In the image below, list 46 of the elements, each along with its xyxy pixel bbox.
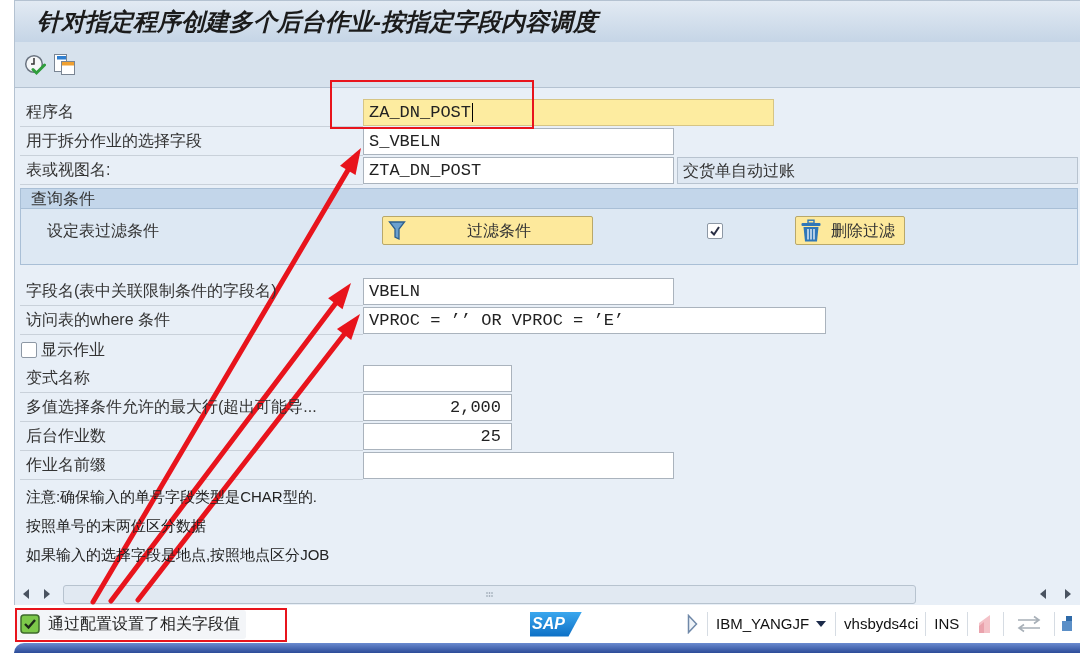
input-field[interactable]: VBELN: [363, 278, 674, 305]
field-label: 表或视图名:: [26, 160, 111, 180]
field-label: 后台作业数: [26, 426, 106, 446]
description-field: 交货单自动过账: [677, 157, 1078, 184]
input-field[interactable]: S_VBELN: [363, 128, 674, 155]
input-field[interactable]: 25: [363, 423, 512, 450]
server-name: vhsbyds4ci: [844, 613, 919, 634]
checkbox[interactable]: [707, 223, 723, 239]
delete-filter-button[interactable]: 删除过滤: [795, 216, 905, 245]
checkbox[interactable]: [21, 341, 37, 358]
text-cursor-icon: [472, 103, 474, 122]
checkbox-label: 显示作业: [41, 339, 105, 360]
field-label: 设定表过滤条件: [47, 220, 159, 241]
input-field[interactable]: [363, 452, 674, 479]
funnel-icon: [388, 219, 406, 242]
group-title: 查询条件: [31, 188, 95, 209]
field-label: 程序名: [26, 102, 74, 122]
scroll-left-icon[interactable]: [22, 589, 29, 599]
scroll-left-icon[interactable]: [1039, 589, 1046, 599]
input-field[interactable]: [363, 365, 512, 392]
overlapping-windows-icon[interactable]: [53, 53, 76, 76]
slanted-tile-icon[interactable]: [976, 614, 993, 634]
field-label: 字段名(表中关联限制条件的字段名): [26, 281, 277, 301]
field-label: 用于拆分作业的选择字段: [26, 131, 202, 151]
check-icon: [710, 226, 720, 236]
filter-button[interactable]: 过滤条件: [382, 216, 593, 245]
insert-mode: INS: [934, 613, 960, 634]
status-message: 通过配置设置了相关字段值: [48, 614, 240, 634]
field-label: 作业名前缀: [26, 455, 106, 475]
trash-icon: [800, 218, 822, 243]
panel-icon[interactable]: [1062, 616, 1073, 632]
check-icon: [20, 614, 40, 634]
input-field[interactable]: VPROC = ’’ OR VPROC = ’E’: [363, 307, 826, 334]
user-name: IBM_YANGJF: [716, 613, 810, 634]
scroll-right-icon[interactable]: [43, 589, 50, 599]
grip-icon: [486, 591, 493, 597]
input-field[interactable]: 2,000: [363, 394, 512, 421]
field-label: 变式名称: [26, 368, 90, 388]
input-field[interactable]: ZTA_DN_POST: [363, 157, 674, 184]
play-triangle-icon[interactable]: [687, 614, 698, 634]
caret-down-icon[interactable]: [816, 621, 827, 627]
field-label: 访问表的where 条件: [26, 310, 171, 330]
input-field[interactable]: ZA_DN_POST: [363, 99, 774, 126]
scroll-right-icon[interactable]: [1064, 589, 1071, 599]
clock-check-icon[interactable]: [24, 53, 46, 76]
logo: SAP: [530, 611, 582, 637]
